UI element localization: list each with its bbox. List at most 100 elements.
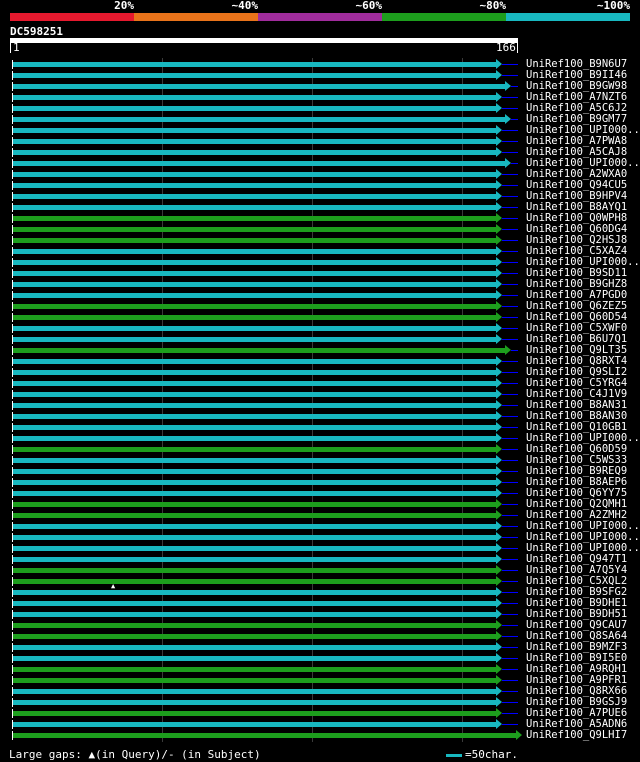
hit-unaligned-tail — [502, 317, 518, 318]
hit-unaligned-tail — [502, 625, 518, 626]
hit-bar[interactable] — [13, 293, 496, 298]
hit-bar[interactable] — [13, 183, 496, 188]
hit-bar[interactable] — [13, 84, 505, 89]
hit-unaligned-tail — [511, 163, 518, 164]
legend-text: Large gaps: ▲(in Query)/- (in Subject) — [9, 748, 261, 761]
hit-bar[interactable] — [13, 568, 496, 573]
hit-bar[interactable] — [13, 447, 496, 452]
hit-bar[interactable] — [13, 359, 496, 364]
hit-bar[interactable] — [13, 722, 496, 727]
hit-bar[interactable] — [13, 370, 496, 375]
ruler-start-tick — [10, 43, 11, 53]
hit-unaligned-tail — [502, 449, 518, 450]
hit-label[interactable]: UniRef100_Q9LHI7 — [526, 729, 627, 741]
hit-unaligned-tail — [502, 141, 518, 142]
hit-bar[interactable] — [13, 172, 496, 177]
hit-bar[interactable] — [13, 315, 496, 320]
hit-bar[interactable] — [13, 579, 496, 584]
hit-bar[interactable] — [13, 73, 496, 78]
hit-unaligned-tail — [502, 471, 518, 472]
hit-bar[interactable] — [13, 711, 496, 716]
hit-unaligned-tail — [502, 680, 518, 681]
hit-bar[interactable] — [13, 425, 496, 430]
hit-bar[interactable] — [13, 62, 496, 67]
hit-unaligned-tail — [502, 218, 518, 219]
hit-unaligned-tail — [502, 97, 518, 98]
hit-bar[interactable] — [13, 535, 496, 540]
hit-unaligned-tail — [502, 713, 518, 714]
hit-bar[interactable] — [13, 524, 496, 529]
hit-unaligned-tail — [502, 493, 518, 494]
hit-bar[interactable] — [13, 348, 505, 353]
hit-bar[interactable] — [13, 337, 496, 342]
hit-bar[interactable] — [13, 139, 496, 144]
hit-bar[interactable] — [13, 161, 505, 166]
hit-bar[interactable] — [13, 249, 496, 254]
hit-bar[interactable] — [13, 458, 496, 463]
hit-row[interactable]: UniRef100_Q9LHI7 — [0, 729, 640, 741]
query-gap-marker[interactable]: ▲ — [111, 583, 115, 590]
hit-bar[interactable] — [13, 491, 496, 496]
scale-label: ~40% — [231, 0, 259, 12]
hit-bar[interactable] — [13, 117, 505, 122]
scale-label: 20% — [114, 0, 134, 12]
hit-list: UniRef100_B9N6U7 UniRef100_B9II46 UniRef10… — [0, 53, 640, 743]
hit-bar[interactable] — [13, 106, 496, 111]
hit-bar[interactable] — [13, 502, 496, 507]
hit-unaligned-tail — [502, 559, 518, 560]
hit-unaligned-tail — [502, 537, 518, 538]
hit-bar[interactable] — [13, 612, 496, 617]
hit-bar[interactable] — [13, 194, 496, 199]
hit-unaligned-tail — [502, 306, 518, 307]
hit-bar[interactable] — [13, 678, 496, 683]
hit-unaligned-tail — [502, 669, 518, 670]
scale-segment — [258, 13, 382, 21]
legend-unit: =50char. — [465, 748, 518, 761]
hit-bar[interactable] — [13, 645, 496, 650]
hit-bar[interactable] — [13, 381, 496, 386]
hit-bar[interactable] — [13, 95, 496, 100]
hit-bar[interactable] — [13, 623, 496, 628]
hit-unaligned-tail — [502, 614, 518, 615]
hit-bar[interactable] — [13, 689, 496, 694]
hit-unaligned-tail — [502, 603, 518, 604]
hit-unaligned-tail — [502, 438, 518, 439]
hit-bar[interactable] — [13, 403, 496, 408]
hit-bar[interactable] — [13, 469, 496, 474]
hit-bar[interactable] — [13, 557, 496, 562]
hit-unaligned-tail — [502, 405, 518, 406]
hit-bar[interactable] — [13, 480, 496, 485]
hit-bar[interactable] — [13, 546, 496, 551]
hit-unaligned-tail — [502, 108, 518, 109]
hit-bar[interactable] — [13, 392, 496, 397]
hit-bar[interactable] — [13, 227, 496, 232]
hit-bar[interactable] — [13, 205, 496, 210]
hit-unaligned-tail — [502, 174, 518, 175]
hit-bar[interactable] — [13, 304, 496, 309]
hit-bar[interactable] — [13, 216, 496, 221]
hit-bar[interactable] — [13, 513, 496, 518]
hit-bar[interactable] — [13, 700, 496, 705]
hit-unaligned-tail — [502, 130, 518, 131]
ruler-end-tick — [517, 43, 518, 53]
hit-unaligned-tail — [502, 658, 518, 659]
hit-bar[interactable] — [13, 326, 496, 331]
hit-bar[interactable] — [13, 414, 496, 419]
hit-bar[interactable] — [13, 436, 496, 441]
hit-unaligned-tail — [502, 416, 518, 417]
hit-bar[interactable] — [13, 656, 496, 661]
hit-bar[interactable] — [13, 601, 496, 606]
hit-unaligned-tail — [511, 86, 518, 87]
hit-bar[interactable] — [13, 667, 496, 672]
hit-bar[interactable] — [13, 271, 496, 276]
hit-bar[interactable] — [13, 590, 496, 595]
hit-bar[interactable] — [13, 634, 496, 639]
hit-bar[interactable] — [13, 733, 516, 738]
hit-unaligned-tail — [502, 64, 518, 65]
hit-unaligned-tail — [502, 328, 518, 329]
hit-bar[interactable] — [13, 128, 496, 133]
hit-bar[interactable] — [13, 150, 496, 155]
hit-bar[interactable] — [13, 238, 496, 243]
hit-bar[interactable] — [13, 282, 496, 287]
hit-bar[interactable] — [13, 260, 496, 265]
